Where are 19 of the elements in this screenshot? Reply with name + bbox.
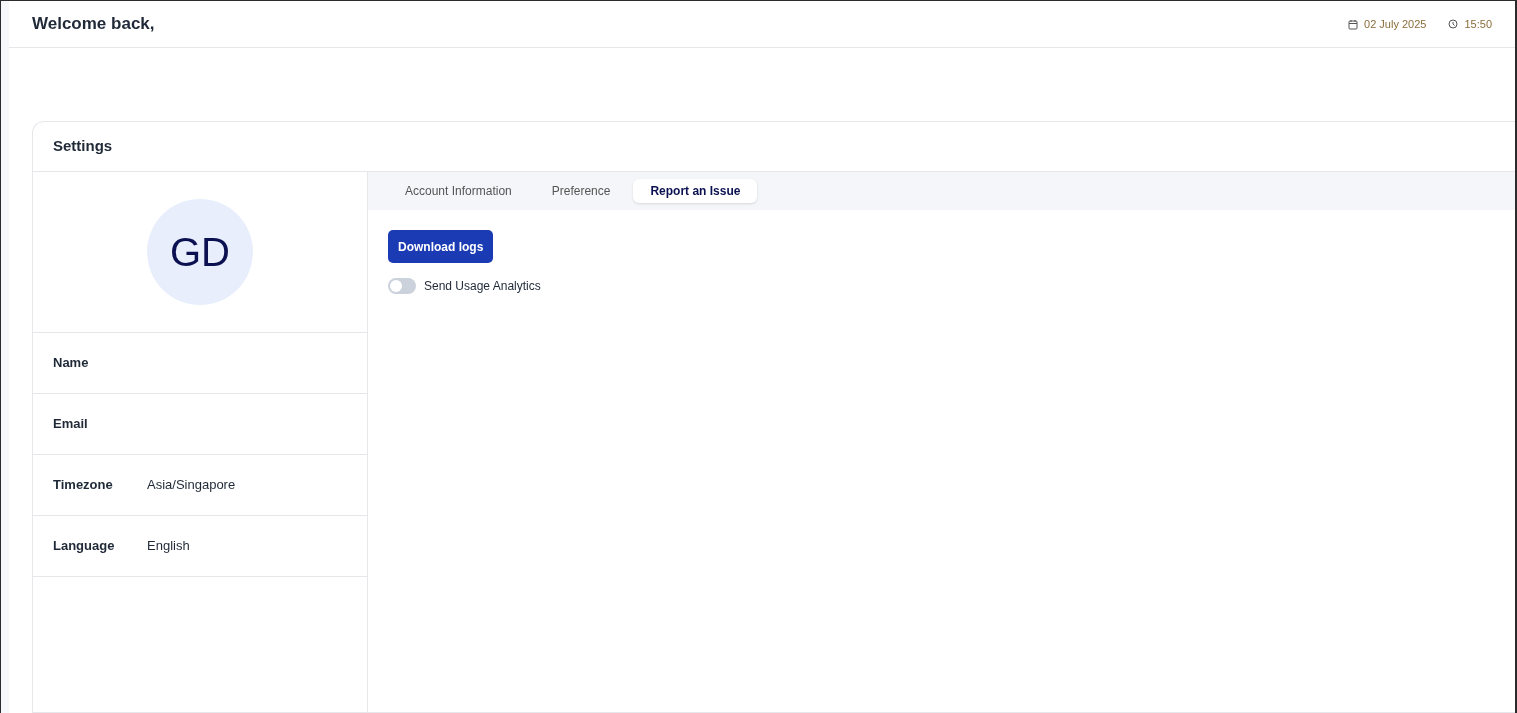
clock-icon [1448, 19, 1459, 29]
field-label: Timezone [53, 476, 114, 495]
field-label: Email [53, 415, 89, 434]
settings-title: Settings [53, 136, 113, 157]
tab[interactable]: Account Information [388, 179, 529, 203]
toggle-label: Send Usage Analytics [424, 278, 541, 295]
greeting: Welcome back, [32, 13, 155, 36]
field-label: Language [53, 537, 116, 556]
field-value: Asia/Singapore [147, 476, 236, 495]
toggle-switch[interactable] [388, 278, 416, 294]
date-text: 02 July 2025 [1364, 16, 1427, 32]
field-label: Name [53, 354, 90, 373]
time-text: 15:50 [1464, 16, 1492, 32]
download-logs-button[interactable]: Download logs [388, 230, 494, 263]
calendar-icon [1348, 18, 1359, 30]
avatar: GD [147, 199, 253, 305]
tab[interactable]: Preference [534, 179, 628, 203]
tab[interactable]: Report an Issue [633, 179, 758, 203]
field-value: English [147, 537, 190, 556]
